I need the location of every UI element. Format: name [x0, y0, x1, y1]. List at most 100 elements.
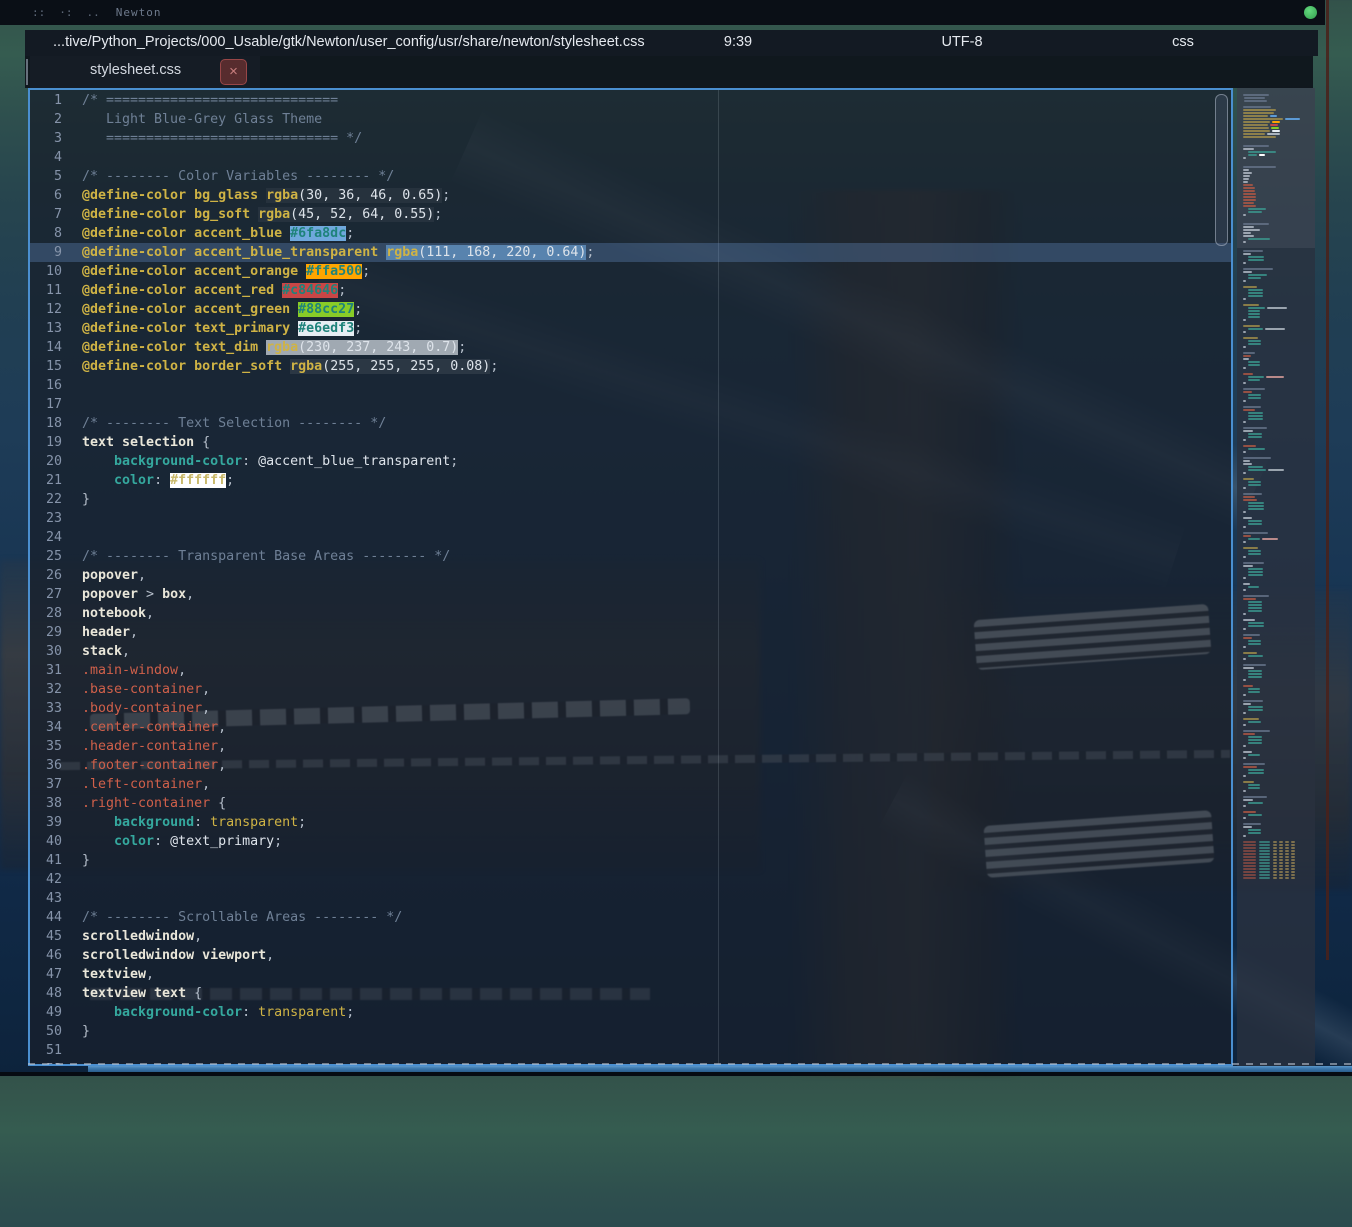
color-preview-swatch: rgba — [258, 207, 290, 222]
tab-close-button[interactable]: × — [220, 59, 247, 85]
code-line[interactable]: 14@define-color text_dim rgba(230, 237, … — [30, 338, 1231, 357]
code-line[interactable]: 22} — [30, 490, 1231, 509]
code-line[interactable]: 15@define-color border_soft rgba(255, 25… — [30, 357, 1231, 376]
line-number: 38 — [30, 794, 82, 813]
code-line[interactable]: 6@define-color bg_glass rgba(30, 36, 46,… — [30, 186, 1231, 205]
line-number: 51 — [30, 1041, 82, 1060]
code-line[interactable]: 44/* -------- Scrollable Areas -------- … — [30, 908, 1231, 927]
code-lines: 1/* =============================2 Light… — [30, 91, 1231, 1066]
code-editor[interactable]: 1/* =============================2 Light… — [28, 88, 1233, 1066]
line-number: 15 — [30, 357, 82, 376]
code-line[interactable]: 3 ============================= */ — [30, 129, 1231, 148]
code-line[interactable]: 39 background: transparent; — [30, 813, 1231, 832]
code-line[interactable]: 40 color: @text_primary; — [30, 832, 1231, 851]
code-text: @define-color bg_soft rgba(45, 52, 64, 0… — [82, 205, 442, 224]
line-number: 41 — [30, 851, 82, 870]
code-text: @define-color accent_blue #6fa8dc; — [82, 224, 354, 243]
code-line[interactable]: 30stack, — [30, 642, 1231, 661]
line-number: 30 — [30, 642, 82, 661]
minimap[interactable] — [1237, 88, 1315, 1068]
code-line[interactable]: 25/* -------- Transparent Base Areas ---… — [30, 547, 1231, 566]
minimap-color-chip — [1266, 376, 1284, 378]
code-line[interactable]: 10@define-color accent_orange #ffa500; — [30, 262, 1231, 281]
code-line[interactable]: 24 — [30, 528, 1231, 547]
code-line[interactable]: 20 background-color: @accent_blue_transp… — [30, 452, 1231, 471]
code-line[interactable]: 33.body-container, — [30, 699, 1231, 718]
code-text: /* -------- Text Selection -------- */ — [82, 414, 386, 433]
window-titlebar[interactable]: :: ·: .. Newton — [0, 0, 1325, 25]
code-line[interactable]: 31.main-window, — [30, 661, 1231, 680]
code-line[interactable]: 34.center-container, — [30, 718, 1231, 737]
close-icon: × — [229, 63, 238, 80]
code-line[interactable]: 49 background-color: transparent; — [30, 1003, 1231, 1022]
code-line[interactable]: 5/* -------- Color Variables -------- */ — [30, 167, 1231, 186]
bottom-dashed-line — [28, 1063, 1352, 1065]
code-text: .left-container, — [82, 775, 210, 794]
minimap-color-chip — [1271, 127, 1279, 129]
workspace-indicator-icon: :: — [32, 6, 45, 19]
code-line[interactable]: 29header, — [30, 623, 1231, 642]
code-line[interactable]: 47textview, — [30, 965, 1231, 984]
minimap-color-chip — [1259, 154, 1265, 156]
line-number: 43 — [30, 889, 82, 908]
workspace-indicator-icon: .. — [87, 6, 100, 19]
color-preview-swatch: #ffffff — [170, 473, 226, 488]
status-dot-icon — [1304, 6, 1317, 19]
minimap-color-chip — [1270, 115, 1277, 117]
window-bottom-edge — [0, 1072, 1352, 1076]
code-line[interactable]: 4 — [30, 148, 1231, 167]
code-line[interactable]: 43 — [30, 889, 1231, 908]
code-line[interactable]: 18/* -------- Text Selection -------- */ — [30, 414, 1231, 433]
code-line[interactable]: 12@define-color accent_green #88cc27; — [30, 300, 1231, 319]
code-line[interactable]: 8@define-color accent_blue #6fa8dc; — [30, 224, 1231, 243]
editor-vertical-scrollbar[interactable] — [1215, 94, 1228, 246]
minimap-color-chip — [1267, 133, 1280, 135]
code-line[interactable]: 11@define-color accent_red #c84646; — [30, 281, 1231, 300]
minimap-color-chip — [1272, 130, 1280, 132]
code-text: @define-color bg_glass rgba(30, 36, 46, … — [82, 186, 450, 205]
code-line[interactable]: 19text selection { — [30, 433, 1231, 452]
code-line[interactable]: 51 — [30, 1041, 1231, 1060]
code-line[interactable]: 32.base-container, — [30, 680, 1231, 699]
code-text: @define-color accent_orange #ffa500; — [82, 262, 370, 281]
code-line[interactable]: 23 — [30, 509, 1231, 528]
color-preview-swatch: #88cc27 — [298, 302, 354, 317]
code-text: stack, — [82, 642, 130, 661]
code-line[interactable]: 21 color: #ffffff; — [30, 471, 1231, 490]
code-line[interactable]: 27popover > box, — [30, 585, 1231, 604]
line-number: 36 — [30, 756, 82, 775]
code-line[interactable]: 26popover, — [30, 566, 1231, 585]
code-line[interactable]: 2 Light Blue-Grey Glass Theme — [30, 110, 1231, 129]
code-line[interactable]: 38.right-container { — [30, 794, 1231, 813]
code-line[interactable]: 45scrolledwindow, — [30, 927, 1231, 946]
tab-stylesheet-css[interactable]: stylesheet.css × — [30, 56, 260, 88]
line-number: 17 — [30, 395, 82, 414]
code-line[interactable]: 9@define-color accent_blue_transparent r… — [30, 243, 1231, 262]
code-line[interactable]: 48textview text { — [30, 984, 1231, 1003]
code-text: @define-color accent_green #88cc27; — [82, 300, 362, 319]
code-line[interactable]: 35.header-container, — [30, 737, 1231, 756]
line-number: 29 — [30, 623, 82, 642]
line-number: 4 — [30, 148, 82, 167]
code-text: background-color: transparent; — [82, 1003, 354, 1022]
code-line[interactable]: 28notebook, — [30, 604, 1231, 623]
line-number: 26 — [30, 566, 82, 585]
code-line[interactable]: 42 — [30, 870, 1231, 889]
code-text: /* -------- Scrollable Areas -------- */ — [82, 908, 402, 927]
code-line[interactable]: 36.footer-container, — [30, 756, 1231, 775]
code-line[interactable]: 41} — [30, 851, 1231, 870]
line-number: 40 — [30, 832, 82, 851]
line-number: 24 — [30, 528, 82, 547]
code-line[interactable]: 7@define-color bg_soft rgba(45, 52, 64, … — [30, 205, 1231, 224]
code-line[interactable]: 37.left-container, — [30, 775, 1231, 794]
code-line[interactable]: 17 — [30, 395, 1231, 414]
code-line[interactable]: 46scrolledwindow viewport, — [30, 946, 1231, 965]
code-line[interactable]: 1/* ============================= — [30, 91, 1231, 110]
code-text: .right-container { — [82, 794, 226, 813]
line-number: 5 — [30, 167, 82, 186]
code-line[interactable]: 13@define-color text_primary #e6edf3; — [30, 319, 1231, 338]
code-line[interactable]: 16 — [30, 376, 1231, 395]
encoding-indicator: UTF-8 — [941, 34, 982, 50]
code-line[interactable]: 50} — [30, 1022, 1231, 1041]
line-number: 12 — [30, 300, 82, 319]
